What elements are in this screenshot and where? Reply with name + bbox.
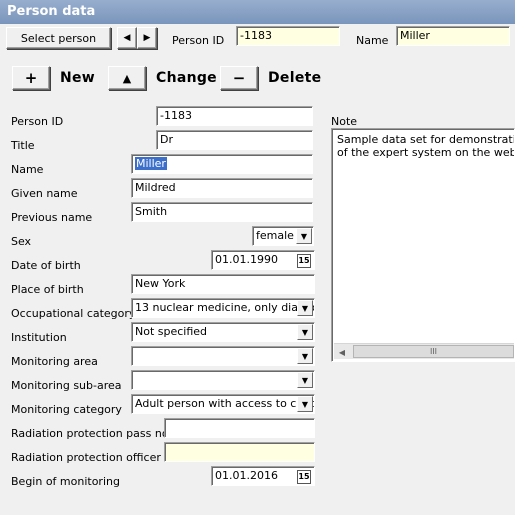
institution-label: Institution xyxy=(11,331,67,344)
chevron-right-icon: ▶ xyxy=(143,33,151,43)
chevron-down-icon[interactable]: ▼ xyxy=(296,228,312,244)
previous-record-button[interactable]: ◀ xyxy=(117,27,137,49)
plus-icon: + xyxy=(24,69,38,87)
scroll-left-icon[interactable]: ◀ xyxy=(334,344,350,360)
calendar-icon[interactable]: 15 xyxy=(297,470,311,484)
place-of-birth-label: Place of birth xyxy=(11,283,84,296)
note-text-line: Sample data set for demonstration xyxy=(337,133,514,146)
select-person-button[interactable]: Select person xyxy=(6,27,111,49)
begin-of-monitoring-label: Begin of monitoring xyxy=(11,475,120,488)
note-label: Note xyxy=(331,115,358,128)
toolbar-person-id-field[interactable]: -1183 xyxy=(236,26,340,46)
monitoring-area-label: Monitoring area xyxy=(11,355,98,368)
new-button[interactable]: + xyxy=(12,66,50,90)
monitoring-area-dropdown[interactable]: ▼ xyxy=(131,346,315,366)
chevron-left-icon: ◀ xyxy=(123,33,131,43)
radiation-pass-no-label: Radiation protection pass no. xyxy=(11,427,172,440)
previous-name-label: Previous name xyxy=(11,211,93,224)
next-record-button[interactable]: ▶ xyxy=(137,27,157,49)
person-id-field[interactable]: -1183 xyxy=(156,106,313,126)
scrollbar-thumb[interactable]: III xyxy=(353,345,514,358)
given-name-field[interactable]: Mildred xyxy=(131,178,313,198)
chevron-down-icon[interactable]: ▼ xyxy=(297,372,313,388)
arrow-up-icon: ▲ xyxy=(122,71,132,85)
sex-value: female xyxy=(256,229,294,242)
begin-of-monitoring-picker[interactable]: 01.01.2016 15 xyxy=(211,466,315,486)
title-label: Title xyxy=(11,139,35,152)
monitoring-sub-area-label: Monitoring sub-area xyxy=(11,379,122,392)
institution-value: Not specified xyxy=(135,325,208,338)
monitoring-sub-area-dropdown[interactable]: ▼ xyxy=(131,370,315,390)
window-title: Person data xyxy=(7,4,96,19)
chevron-down-icon[interactable]: ▼ xyxy=(297,396,313,412)
chevron-down-icon[interactable]: ▼ xyxy=(297,300,313,316)
change-button[interactable]: ▲ xyxy=(108,66,146,90)
radiation-pass-no-field[interactable] xyxy=(164,418,315,438)
toolbar-person-id-value: -1183 xyxy=(240,29,272,42)
note-textarea[interactable]: Sample data set for demonstration of the… xyxy=(331,128,515,362)
person-id-value: -1183 xyxy=(160,109,192,122)
toolbar-person-id-label: Person ID xyxy=(172,34,225,47)
occupational-category-value: 13 nuclear medicine, only diagnos xyxy=(135,301,315,314)
previous-name-value: Smith xyxy=(135,205,168,218)
name-value-selected: Miller xyxy=(135,157,167,170)
note-horizontal-scrollbar[interactable]: ◀ III xyxy=(334,343,514,359)
delete-button[interactable]: − xyxy=(220,66,258,90)
toolbar-name-label: Name xyxy=(356,34,389,47)
title-field[interactable]: Dr xyxy=(156,130,313,150)
note-text-line: of the expert system on the website xyxy=(337,146,514,159)
occupational-category-dropdown[interactable]: 13 nuclear medicine, only diagnos ▼ xyxy=(131,298,315,318)
minus-icon: − xyxy=(232,69,246,87)
given-name-label: Given name xyxy=(11,187,78,200)
radiation-officer-field[interactable] xyxy=(164,442,315,462)
monitoring-category-dropdown[interactable]: Adult person with access to contro ▼ xyxy=(131,394,315,414)
select-person-label: Select person xyxy=(20,31,97,45)
delete-label[interactable]: Delete xyxy=(268,70,321,86)
begin-of-monitoring-value: 01.01.2016 xyxy=(215,469,278,482)
title-value: Dr xyxy=(160,133,173,146)
chevron-down-icon[interactable]: ▼ xyxy=(297,324,313,340)
date-of-birth-value: 01.01.1990 xyxy=(215,253,278,266)
sex-dropdown[interactable]: female ▼ xyxy=(252,226,314,246)
date-of-birth-picker[interactable]: 01.01.1990 15 xyxy=(211,250,315,270)
grip-icon: III xyxy=(429,347,438,356)
toolbar-name-value: Miller xyxy=(400,29,430,42)
window-title-bar: Person data xyxy=(0,0,515,24)
change-label[interactable]: Change xyxy=(156,70,217,86)
new-label[interactable]: New xyxy=(60,70,95,86)
institution-dropdown[interactable]: Not specified ▼ xyxy=(131,322,315,342)
name-field[interactable]: Miller xyxy=(131,154,313,174)
date-of-birth-label: Date of birth xyxy=(11,259,81,272)
sex-label: Sex xyxy=(11,235,32,248)
calendar-icon[interactable]: 15 xyxy=(297,254,311,268)
name-label: Name xyxy=(11,163,44,176)
person-id-label: Person ID xyxy=(11,115,64,128)
given-name-value: Mildred xyxy=(135,181,176,194)
place-of-birth-value: New York xyxy=(135,277,186,290)
chevron-down-icon[interactable]: ▼ xyxy=(297,348,313,364)
toolbar-name-field[interactable]: Miller xyxy=(396,26,510,46)
monitoring-category-label: Monitoring category xyxy=(11,403,122,416)
monitoring-category-value: Adult person with access to contro xyxy=(135,397,315,410)
radiation-officer-label: Radiation protection officer xyxy=(11,451,161,464)
previous-name-field[interactable]: Smith xyxy=(131,202,313,222)
occupational-category-label: Occupational category xyxy=(11,307,136,320)
place-of-birth-field[interactable]: New York xyxy=(131,274,315,294)
